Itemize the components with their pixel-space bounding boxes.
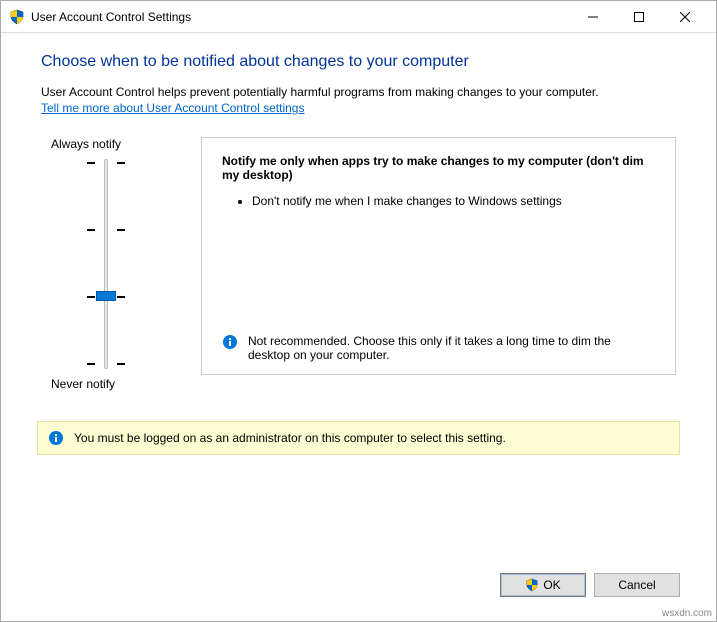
help-link[interactable]: Tell me more about User Account Control … [41, 101, 304, 115]
uac-shield-icon [9, 9, 25, 25]
slider-tick [87, 296, 95, 298]
cancel-button-label: Cancel [618, 578, 655, 592]
close-button[interactable] [662, 2, 708, 32]
slider-tick [117, 162, 125, 164]
button-row: OK Cancel [500, 573, 680, 597]
watermark: wsxdn.com [662, 608, 712, 619]
ok-button[interactable]: OK [500, 573, 586, 597]
slider-thumb[interactable] [96, 291, 116, 301]
slider-tick [117, 229, 125, 231]
level-bullet: Don't notify me when I make changes to W… [252, 194, 655, 208]
slider-label-top: Always notify [41, 137, 121, 151]
maximize-button[interactable] [616, 2, 662, 32]
slider-track [104, 159, 108, 369]
level-recommendation: Not recommended. Choose this only if it … [222, 334, 655, 362]
uac-shield-icon [525, 578, 539, 592]
slider-tick [87, 229, 95, 231]
uac-slider[interactable] [81, 159, 131, 369]
content-area: Choose when to be notified about changes… [1, 33, 716, 391]
slider-column: Always notify Never notify [41, 137, 171, 391]
level-recommendation-text: Not recommended. Choose this only if it … [248, 334, 655, 362]
level-description-panel: Notify me only when apps try to make cha… [201, 137, 676, 375]
slider-tick [117, 296, 125, 298]
ok-button-label: OK [543, 578, 560, 592]
info-icon [48, 430, 64, 446]
slider-tick [87, 363, 95, 365]
slider-label-bottom: Never notify [41, 377, 115, 391]
page-heading: Choose when to be notified about changes… [41, 53, 676, 71]
page-description: User Account Control helps prevent poten… [41, 85, 676, 99]
slider-tick [117, 363, 125, 365]
titlebar: User Account Control Settings [1, 1, 716, 33]
info-icon [222, 334, 238, 350]
cancel-button[interactable]: Cancel [594, 573, 680, 597]
admin-notice-bar: You must be logged on as an administrato… [37, 421, 680, 455]
minimize-button[interactable] [570, 2, 616, 32]
level-title: Notify me only when apps try to make cha… [222, 154, 655, 182]
admin-notice-text: You must be logged on as an administrato… [74, 431, 506, 445]
window-title: User Account Control Settings [31, 10, 570, 24]
slider-tick [87, 162, 95, 164]
